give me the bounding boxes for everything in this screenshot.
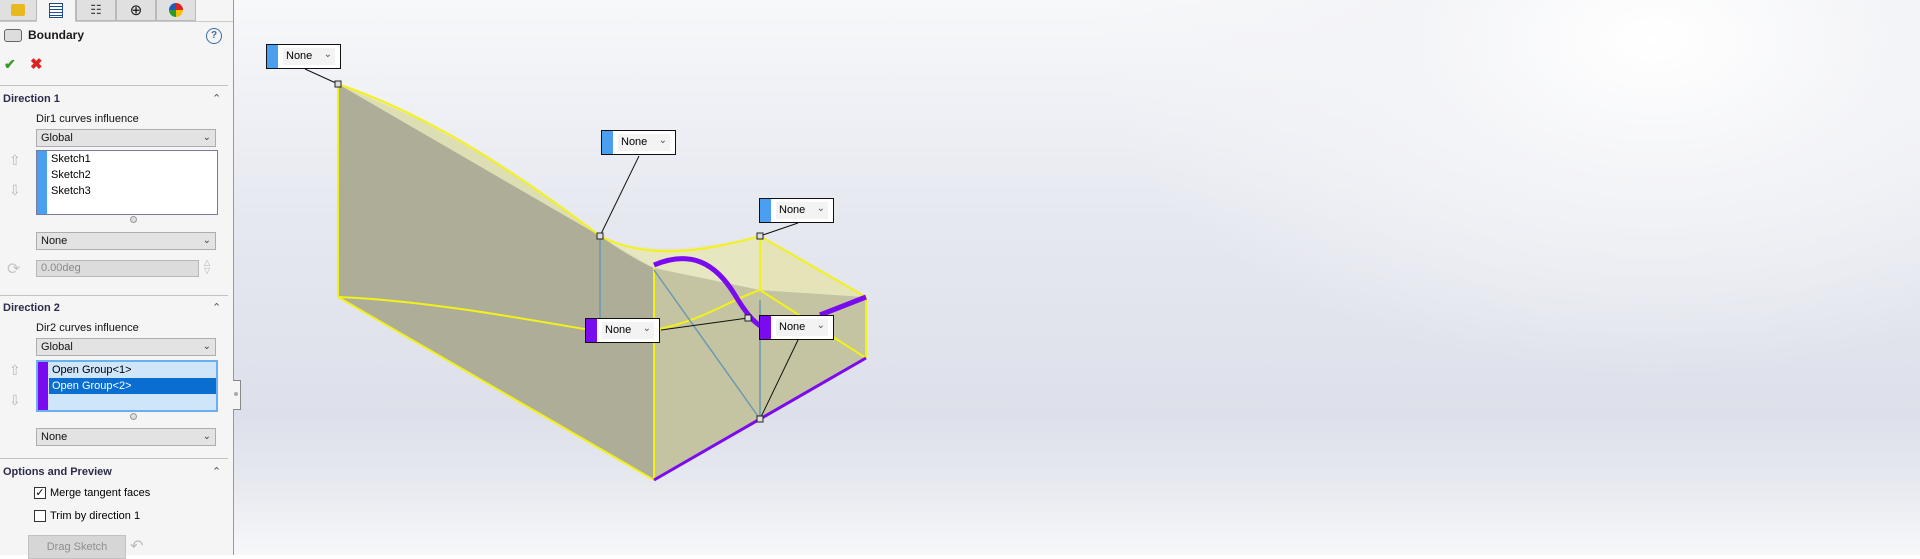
- tab-display-manager[interactable]: [156, 0, 196, 21]
- direction-color-swatch: [602, 131, 613, 154]
- cancel-button[interactable]: ✖: [30, 55, 43, 73]
- divider: [0, 295, 228, 296]
- dir2-tangency-value: None: [41, 431, 68, 443]
- list-resize-handle[interactable]: [130, 216, 137, 223]
- dir1-tangency-select[interactable]: None ⌄: [36, 232, 216, 250]
- divider: [0, 85, 228, 86]
- checkbox-checked[interactable]: ✓: [34, 487, 46, 499]
- list-item[interactable]: Sketch3: [48, 183, 217, 199]
- dimxpert-icon: ⊕: [129, 2, 143, 19]
- list-item-selected[interactable]: Open Group<2>: [49, 378, 216, 394]
- chevron-down-icon: ⌄: [202, 132, 211, 143]
- chevron-down-icon[interactable]: ⌄: [659, 135, 667, 146]
- move-up-icon[interactable]: ⇧: [9, 152, 21, 169]
- dir1-influence-label: Dir1 curves influence: [36, 113, 139, 125]
- ok-button[interactable]: ✔: [4, 56, 16, 73]
- direction-color-swatch: [586, 319, 597, 342]
- dir1-angle-input[interactable]: 0.00deg: [36, 260, 199, 277]
- tab-configuration-manager[interactable]: ☷: [76, 0, 116, 21]
- undo-sketch-drag-icon[interactable]: ↶: [130, 536, 143, 556]
- collapse-caret-icon[interactable]: ⌃: [212, 465, 221, 478]
- panel-splitter-handle[interactable]: [233, 380, 241, 410]
- manager-tabs: ☷ ⊕: [0, 0, 233, 22]
- checkbox-label: Trim by direction 1: [50, 510, 141, 522]
- callout-dir1-curve1[interactable]: None ⌄: [266, 44, 341, 69]
- callout-dir2-curve1[interactable]: None ⌄: [585, 318, 660, 343]
- dir1-curves-list[interactable]: Sketch1 Sketch2 Sketch3: [36, 150, 218, 215]
- boundary-preview-model[interactable]: [0, 0, 1920, 555]
- move-up-icon[interactable]: ⇧: [9, 362, 21, 379]
- merge-tangent-faces-checkbox[interactable]: ✓ Merge tangent faces: [34, 487, 150, 499]
- list-resize-handle[interactable]: [130, 413, 137, 420]
- trim-by-direction1-checkbox[interactable]: Trim by direction 1: [34, 510, 140, 522]
- divider: [0, 458, 228, 459]
- dir2-color-swatch: [38, 362, 48, 410]
- chevron-down-icon[interactable]: ⌄: [643, 323, 651, 334]
- move-down-icon[interactable]: ⇩: [9, 182, 21, 199]
- tab-property-manager[interactable]: [36, 0, 76, 22]
- checkbox-label: Merge tangent faces: [50, 487, 151, 499]
- move-down-icon[interactable]: ⇩: [9, 392, 21, 409]
- dir2-influence-label: Dir2 curves influence: [36, 322, 139, 334]
- boundary-feature-icon: [4, 28, 22, 42]
- property-manager-panel: ☷ ⊕ Boundary ? ✔ ✖ Direction 1 ⌃ Dir1 cu…: [0, 0, 234, 559]
- property-manager-icon: [49, 3, 63, 18]
- feature-title-row: Boundary: [4, 28, 84, 42]
- list-item[interactable]: Sketch2: [48, 167, 217, 183]
- dir1-influence-value: Global: [41, 132, 73, 144]
- tab-feature-manager[interactable]: [0, 0, 38, 21]
- dir1-tangency-value: None: [41, 235, 68, 247]
- options-header[interactable]: Options and Preview: [3, 466, 112, 478]
- drag-sketch-button[interactable]: Drag Sketch: [28, 535, 126, 559]
- feature-title: Boundary: [28, 28, 85, 42]
- dir1-influence-select[interactable]: Global ⌄: [36, 129, 216, 147]
- help-button[interactable]: ?: [206, 28, 222, 44]
- configuration-manager-icon: ☷: [90, 2, 102, 17]
- spin-arrows-icon[interactable]: △ ▽: [204, 259, 210, 275]
- list-item[interactable]: Sketch1: [48, 151, 217, 167]
- dir2-tangency-select[interactable]: None ⌄: [36, 428, 216, 446]
- collapse-caret-icon[interactable]: ⌃: [212, 301, 221, 314]
- direction-color-swatch: [760, 316, 771, 339]
- collapse-caret-icon[interactable]: ⌃: [212, 92, 221, 105]
- reverse-direction-icon[interactable]: ⟳: [7, 259, 20, 279]
- chevron-down-icon[interactable]: ⌄: [324, 49, 332, 60]
- checkbox-unchecked[interactable]: [34, 510, 46, 522]
- chevron-down-icon: ⌄: [202, 341, 211, 352]
- chevron-down-icon: ⌄: [202, 431, 211, 442]
- direction1-header[interactable]: Direction 1: [3, 93, 60, 105]
- callout-dir1-curve3[interactable]: None ⌄: [759, 198, 834, 223]
- direction-color-swatch: [267, 45, 278, 68]
- direction2-header[interactable]: Direction 2: [3, 302, 60, 314]
- chevron-down-icon[interactable]: ⌄: [817, 320, 825, 331]
- chevron-down-icon[interactable]: ⌄: [817, 203, 825, 214]
- callout-dir2-curve2[interactable]: None ⌄: [759, 315, 834, 340]
- direction-color-swatch: [760, 199, 771, 222]
- dir2-curves-list[interactable]: Open Group<1> Open Group<2>: [36, 360, 218, 412]
- feature-manager-icon: [11, 4, 25, 16]
- tab-dimxpert-manager[interactable]: ⊕: [116, 0, 156, 21]
- display-manager-icon: [169, 3, 183, 17]
- callout-dir1-curve2[interactable]: None ⌄: [601, 130, 676, 155]
- chevron-down-icon: ⌄: [202, 235, 211, 246]
- dir1-color-swatch: [37, 151, 47, 214]
- dir2-influence-select[interactable]: Global ⌄: [36, 338, 216, 356]
- list-item[interactable]: Open Group<1>: [49, 362, 216, 378]
- dir2-influence-value: Global: [41, 341, 73, 353]
